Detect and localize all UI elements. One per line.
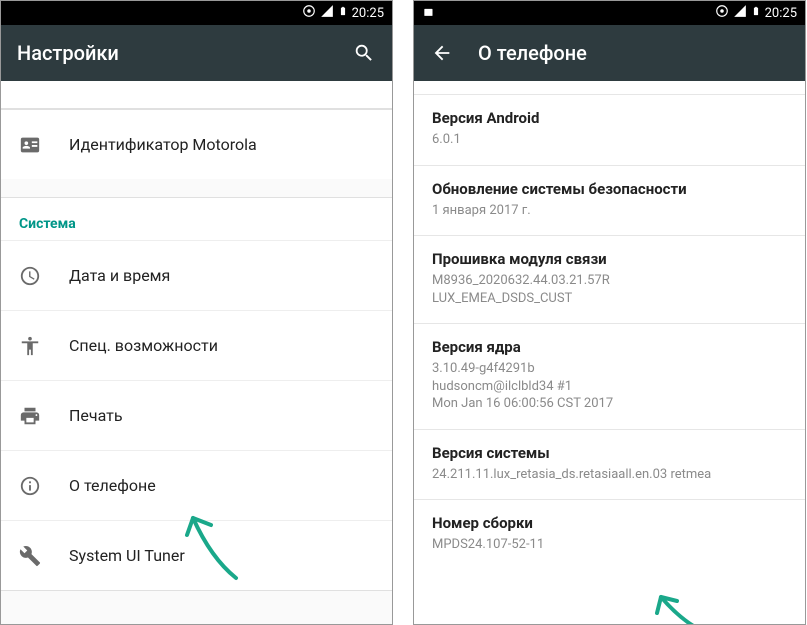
back-icon[interactable] [430,41,454,65]
status-bar: 20:25 [414,1,805,25]
about-item-value: 1 января 2017 г. [432,202,787,220]
search-icon[interactable] [352,41,376,65]
battery-icon [751,4,761,22]
app-bar-left: Настройки [1,25,392,81]
list-item-label: System UI Tuner [69,546,185,565]
wrench-icon [19,545,41,567]
id-card-icon [19,134,41,156]
partial-prev-section [1,81,392,109]
list-item-label: Спец. возможности [69,336,218,355]
battery-icon [338,4,348,22]
status-time: 20:25 [352,6,384,21]
about-item-value: 24.211.11.lux_retasia_ds.retasiaall.en.0… [432,466,787,484]
item-date-time[interactable]: Дата и время [1,240,392,310]
list-item-label: Дата и время [69,266,170,285]
about-item-title: Номер сборки [432,514,787,532]
content-right: Версия Android 6.0.1 Обновление системы … [414,81,805,624]
printer-icon [19,405,41,427]
list-item-label: Печать [69,406,123,425]
partial-cut-row [414,81,805,95]
accessibility-icon [19,335,41,357]
section-header-system: Система [1,198,392,240]
about-item-value: 3.10.49-g4f4291b hudsoncm@ilclbld34 #1 M… [432,360,787,413]
list-item-label: Идентификатор Motorola [69,135,257,154]
phone-left: 20:25 Настройки Идентификатор Motorola С… [0,0,393,625]
about-item-title: Версия ядра [432,338,787,356]
target-icon [715,4,729,22]
signal-icon [320,4,334,22]
about-item-title: Версия системы [432,444,787,462]
status-time: 20:25 [765,6,797,21]
item-system-ui-tuner[interactable]: System UI Tuner [1,520,392,590]
about-item-title: Обновление системы безопасности [432,180,787,198]
notification-icon [422,6,436,20]
signal-icon [733,4,747,22]
app-bar-right: О телефоне [414,25,805,81]
status-bar: 20:25 [1,1,392,25]
list-item-label: О телефоне [69,476,156,495]
section-system: Система Дата и время Спец. возможности П… [1,197,392,591]
about-build-number[interactable]: Номер сборки MPDS24.107-52-11 [414,500,805,570]
item-accessibility[interactable]: Спец. возможности [1,310,392,380]
about-item-title: Версия Android [432,109,787,127]
item-about-phone[interactable]: О телефоне [1,450,392,520]
page-title: О телефоне [478,41,789,65]
content-left: Идентификатор Motorola Система Дата и вр… [1,81,392,624]
phone-right: 20:25 О телефоне Версия Android 6.0.1 Об… [413,0,806,625]
about-baseband[interactable]: Прошивка модуля связи M8936_2020632.44.0… [414,236,805,324]
about-system-version[interactable]: Версия системы 24.211.11.lux_retasia_ds.… [414,430,805,501]
about-item-value: M8936_2020632.44.03.21.57R LUX_EMEA_DSDS… [432,272,787,307]
about-kernel[interactable]: Версия ядра 3.10.49-g4f4291b hudsoncm@il… [414,324,805,430]
about-security-patch[interactable]: Обновление системы безопасности 1 января… [414,166,805,237]
item-print[interactable]: Печать [1,380,392,450]
target-icon [302,4,316,22]
item-motorola-id[interactable]: Идентификатор Motorola [1,109,392,179]
info-icon [19,475,41,497]
about-item-value: 6.0.1 [432,131,787,149]
clock-icon [19,265,41,287]
page-title: Настройки [17,41,328,65]
about-item-title: Прошивка модуля связи [432,250,787,268]
about-item-value: MPDS24.107-52-11 [432,536,787,554]
about-android-version[interactable]: Версия Android 6.0.1 [414,95,805,166]
